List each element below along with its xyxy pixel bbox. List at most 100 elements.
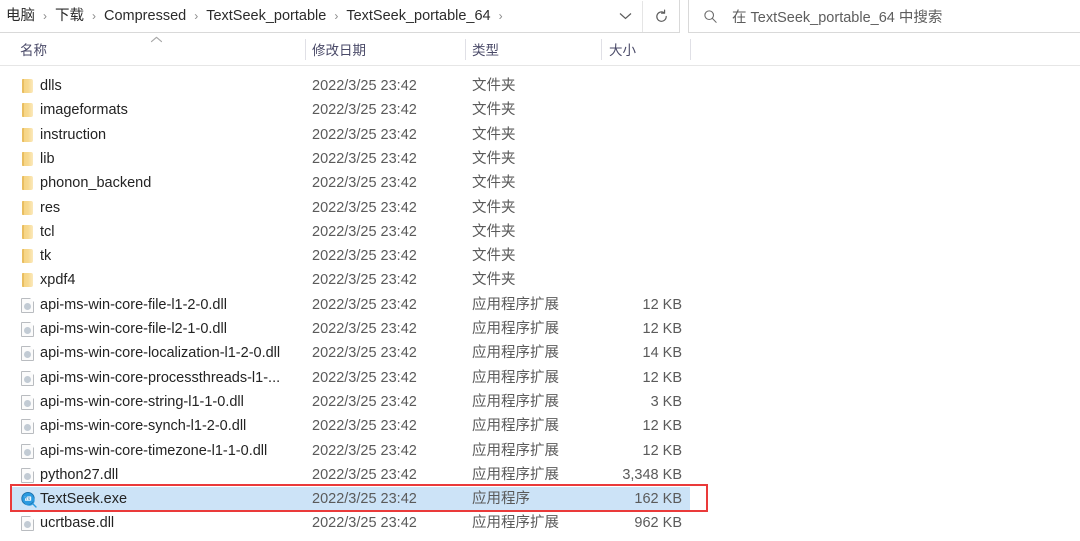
file-row[interactable]: python27.dll 2022/3/25 23:42 应用程序扩展 3,348 K… (0, 463, 1080, 487)
file-date-modified: 2022/3/25 23:42 (312, 515, 417, 532)
breadcrumb-item-2[interactable]: 下载 (51, 7, 88, 26)
file-row[interactable]: tcl 2022/3/25 23:42 文件夹 (0, 220, 1080, 244)
file-name: ucrtbase.dll (40, 515, 115, 532)
file-type: 文件夹 (472, 78, 516, 94)
history-dropdown-button[interactable] (608, 1, 642, 32)
folder-icon (20, 200, 37, 217)
file-row[interactable]: tk 2022/3/25 23:42 文件夹 (0, 244, 1080, 268)
breadcrumb-item-3[interactable]: Compressed (100, 7, 190, 26)
column-divider[interactable] (690, 39, 691, 60)
file-row[interactable]: dlls 2022/3/25 23:42 文件夹 (0, 74, 1080, 98)
column-divider[interactable] (601, 39, 602, 60)
file-type: 文件夹 (472, 223, 516, 240)
file-date-modified: 2022/3/25 23:42 (312, 491, 417, 508)
file-name: tcl (40, 223, 55, 240)
dll-file-icon (20, 515, 37, 532)
file-row[interactable]: api-ms-win-core-timezone-l1-1-0.dll 2022/… (0, 439, 1080, 463)
file-row[interactable]: res 2022/3/25 23:42 文件夹 (0, 196, 1080, 220)
breadcrumb-separator[interactable]: › (330, 10, 342, 22)
textseek-app-icon: TS (20, 491, 37, 508)
breadcrumb-item-5[interactable]: TextSeek_portable_64 (342, 7, 494, 26)
dll-file-icon (20, 297, 37, 314)
breadcrumb[interactable]: 电脑 › 下载 › Compressed › TextSeek_portable › TextS… (0, 0, 608, 32)
file-row[interactable]: api-ms-win-core-synch-l1-2-0.dll 2022/3/2… (0, 414, 1080, 438)
column-header-name[interactable]: 名称 (20, 33, 47, 65)
file-type: 应用程序扩展 (472, 418, 559, 435)
file-row[interactable]: api-ms-win-core-localization-l1-2-0.dll 2… (0, 341, 1080, 365)
file-row[interactable]: api-ms-win-core-file-l2-1-0.dll 2022/3/25… (0, 317, 1080, 341)
file-size: 12 KB (642, 369, 683, 386)
file-type: 应用程序 (472, 491, 530, 508)
file-date-modified: 2022/3/25 23:42 (312, 369, 417, 386)
file-date-modified: 2022/3/25 23:42 (312, 418, 417, 435)
file-size: 12 KB (642, 442, 683, 459)
search-input-placeholder[interactable]: 在 TextSeek_portable_64 中搜索 (732, 6, 942, 27)
file-name: res (40, 199, 61, 216)
folder-icon (20, 102, 37, 119)
file-name: api-ms-win-core-file-l2-1-0.dll (40, 321, 227, 337)
file-row[interactable]: xpdf4 2022/3/25 23:42 文件夹 (0, 268, 1080, 292)
file-size (600, 123, 682, 147)
file-row[interactable]: api-ms-win-core-file-l1-2-0.dll 2022/3/25… (0, 293, 1080, 317)
folder-icon (20, 224, 37, 241)
column-divider[interactable] (305, 39, 306, 60)
folder-icon (20, 248, 37, 265)
file-row-selected[interactable]: TS TextSeek.exe 2022/3/25 23:42 应用程序 162 KB (0, 487, 1080, 512)
file-size (600, 244, 682, 268)
file-name: api-ms-win-core-timezone-l1-1-0.dll (40, 442, 268, 459)
file-row[interactable]: api-ms-win-core-string-l1-1-0.dll 2022/3/… (0, 390, 1080, 414)
file-size (600, 268, 682, 292)
dll-file-icon (20, 345, 37, 362)
file-size: 3 KB (650, 393, 682, 410)
column-header-size[interactable]: 大小 (609, 33, 636, 65)
file-list[interactable]: dlls 2022/3/25 23:42 文件夹 imageformats 2022/3… (0, 65, 1080, 541)
breadcrumb-item-1[interactable]: 电脑 (2, 7, 39, 26)
file-date-modified: 2022/3/25 23:42 (312, 78, 417, 94)
breadcrumb-separator[interactable]: › (39, 10, 51, 22)
file-name: python27.dll (40, 466, 119, 483)
column-divider[interactable] (465, 39, 466, 60)
explorer-toolbar: 电脑 › 下载 › Compressed › TextSeek_portable › TextS… (0, 0, 1080, 34)
file-name: dlls (40, 78, 62, 94)
file-date-modified: 2022/3/25 23:42 (312, 296, 417, 313)
column-header-type[interactable]: 类型 (472, 33, 499, 65)
folder-icon (20, 78, 37, 95)
file-name: xpdf4 (40, 272, 76, 289)
file-date-modified: 2022/3/25 23:42 (312, 442, 417, 459)
search-box[interactable]: 在 TextSeek_portable_64 中搜索 (688, 0, 1080, 33)
breadcrumb-separator[interactable]: › (495, 10, 507, 22)
file-date-modified: 2022/3/25 23:42 (312, 150, 417, 167)
file-size (600, 196, 682, 220)
search-icon (704, 9, 717, 23)
breadcrumb-item-4[interactable]: TextSeek_portable (202, 7, 330, 26)
file-row[interactable]: phonon_backend 2022/3/25 23:42 文件夹 (0, 171, 1080, 195)
file-date-modified: 2022/3/25 23:42 (312, 272, 417, 289)
file-row[interactable]: api-ms-win-core-processthreads-l1-... 202… (0, 366, 1080, 390)
column-header-date-modified[interactable]: 修改日期 (312, 33, 366, 65)
breadcrumb-separator[interactable]: › (190, 10, 202, 22)
file-date-modified: 2022/3/25 23:42 (312, 126, 417, 143)
dll-file-icon (20, 467, 37, 484)
address-bar[interactable]: 电脑 › 下载 › Compressed › TextSeek_portable › TextS… (0, 0, 680, 33)
file-name: api-ms-win-core-string-l1-1-0.dll (40, 393, 244, 410)
file-name: api-ms-win-core-processthreads-l1-... (40, 369, 281, 386)
file-type: 文件夹 (472, 272, 516, 289)
folder-icon (20, 175, 37, 192)
file-date-modified: 2022/3/25 23:42 (312, 466, 417, 483)
file-size: 962 KB (634, 515, 682, 532)
file-type: 应用程序扩展 (472, 442, 559, 459)
file-type: 文件夹 (472, 102, 516, 119)
file-row[interactable]: ucrtbase.dll 2022/3/25 23:42 应用程序扩展 962 KB (0, 511, 1080, 535)
file-name: tk (40, 248, 52, 265)
dll-file-icon (20, 394, 37, 411)
file-row[interactable]: lib 2022/3/25 23:42 文件夹 (0, 147, 1080, 171)
refresh-button[interactable] (642, 0, 679, 32)
file-date-modified: 2022/3/25 23:42 (312, 175, 417, 192)
dll-file-icon (20, 443, 37, 460)
breadcrumb-separator[interactable]: › (88, 10, 100, 22)
file-row[interactable]: instruction 2022/3/25 23:42 文件夹 (0, 123, 1080, 147)
file-name: api-ms-win-core-localization-l1-2-0.dll (40, 345, 281, 362)
file-size: 12 KB (642, 418, 683, 435)
dll-file-icon (20, 370, 37, 387)
file-row[interactable]: imageformats 2022/3/25 23:42 文件夹 (0, 98, 1080, 122)
